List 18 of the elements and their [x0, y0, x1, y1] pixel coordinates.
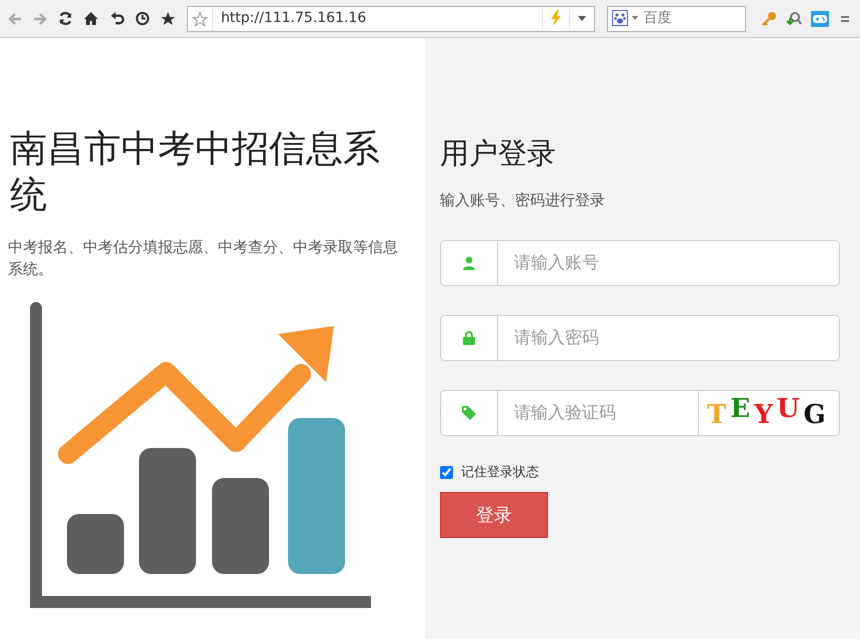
address-bar[interactable]: http://111.75.161.16 — [186, 6, 595, 32]
input-field[interactable]: 请输入验证码 TEYU G — [440, 390, 840, 436]
user-icon — [462, 256, 476, 270]
login-subtitle: 输入账号、密码进行登录 — [440, 190, 606, 211]
remember-label[interactable]: 记住登录状态 — [461, 462, 539, 482]
login-title: 用户登录 — [440, 136, 557, 171]
chart-bar — [67, 514, 124, 574]
login-button[interactable]: 登录 — [440, 492, 548, 538]
lock-icon — [463, 331, 475, 346]
input-field[interactable]: 请输入密码 — [440, 315, 840, 362]
description-text: 中考报名、中考估分填报志愿、中考查分、中考录取等信息系统。 — [8, 237, 399, 280]
search-bar[interactable]: 百度 — [606, 6, 746, 32]
input-field[interactable]: 请输入账号 — [440, 240, 840, 286]
captcha-image[interactable]: TEYU G — [698, 391, 839, 436]
tag-icon — [461, 405, 477, 422]
paw-icon[interactable] — [612, 8, 628, 29]
remember-checkbox[interactable] — [440, 466, 453, 479]
page-title: 南昌市中考中招信息系统 — [10, 126, 381, 218]
